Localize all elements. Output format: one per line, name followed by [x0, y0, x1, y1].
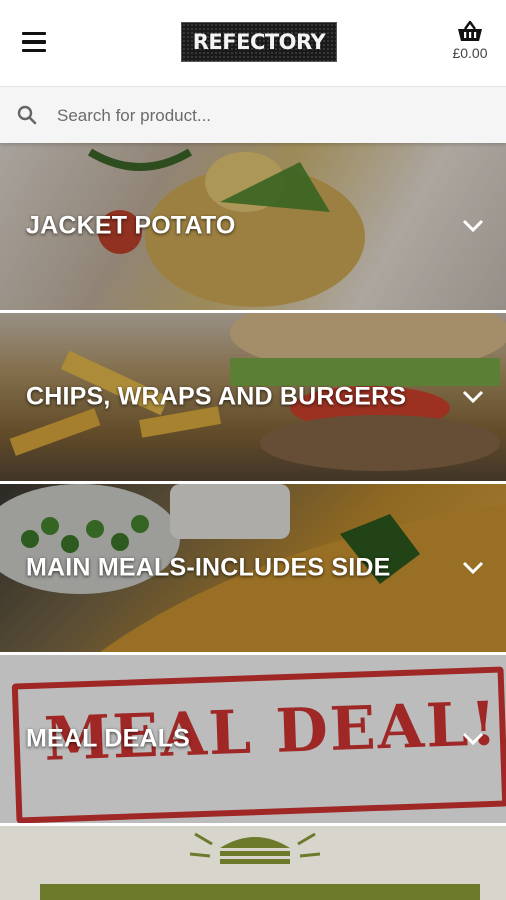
category-meal-deals[interactable]: MEAL DEAL! MEAL DEALS [0, 655, 506, 826]
category-label: MAIN MEALS-INCLUDES SIDE [26, 553, 391, 582]
basket-icon [458, 20, 482, 41]
search-input[interactable] [55, 100, 489, 132]
search-icon [17, 105, 37, 125]
category-partial[interactable] [0, 826, 506, 900]
chevron-down-icon [462, 219, 484, 233]
category-label: MEAL DEALS [26, 724, 191, 753]
logo-text: REFECTORY [192, 30, 326, 54]
category-chips-wraps-burgers[interactable]: CHIPS, WRAPS AND BURGERS [0, 313, 506, 484]
cart-total: £0.00 [452, 45, 488, 61]
category-jacket-potato[interactable]: JACKET POTATO [0, 142, 506, 313]
hamburger-menu-icon[interactable] [14, 24, 54, 60]
category-label: JACKET POTATO [26, 211, 236, 240]
chevron-down-icon [462, 390, 484, 404]
category-label: CHIPS, WRAPS AND BURGERS [26, 382, 407, 411]
app-header: REFECTORY £0.00 [0, 0, 506, 86]
refectory-logo[interactable]: REFECTORY [181, 22, 337, 62]
category-main-meals[interactable]: MAIN MEALS-INCLUDES SIDE [0, 484, 506, 655]
chevron-down-icon [462, 732, 484, 746]
search-bar [0, 86, 506, 143]
chevron-down-icon [462, 561, 484, 575]
burger-logo-image [0, 826, 506, 900]
cart-button[interactable]: £0.00 [442, 20, 498, 68]
